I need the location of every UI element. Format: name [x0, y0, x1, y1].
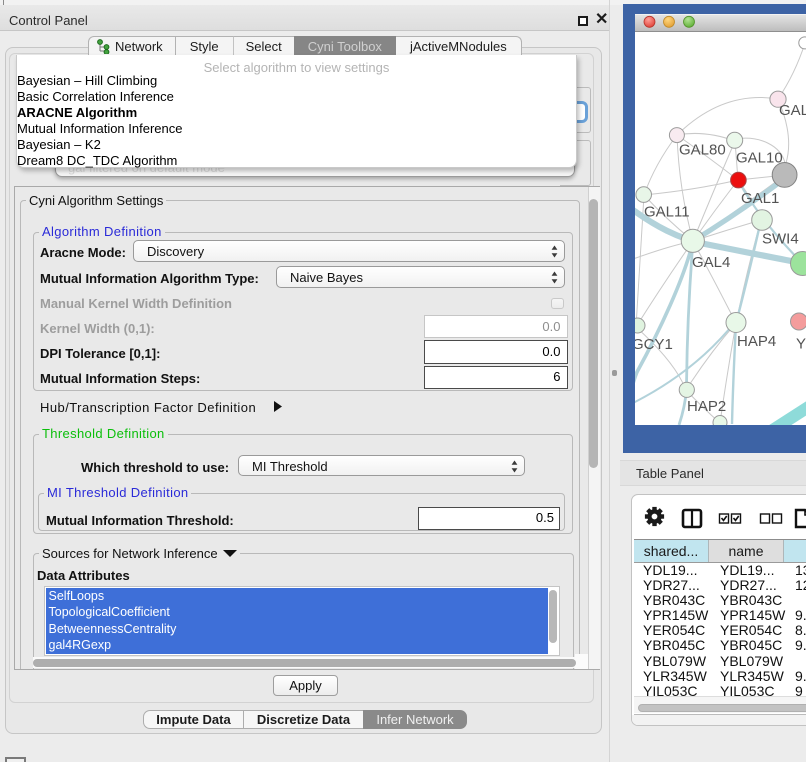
svg-text:SWI4: SWI4 — [762, 231, 799, 248]
svg-text:YJ: YJ — [796, 336, 806, 353]
svg-text:GAL11: GAL11 — [644, 204, 690, 221]
svg-text:GCY1: GCY1 — [635, 336, 673, 353]
svg-text:GAL80: GAL80 — [679, 142, 726, 159]
svg-text:HAP4: HAP4 — [737, 333, 776, 350]
svg-text:HAP2: HAP2 — [687, 398, 726, 415]
svg-text:GAL10: GAL10 — [736, 150, 783, 167]
svg-text:GAL1: GAL1 — [741, 190, 779, 207]
svg-text:GAL4: GAL4 — [692, 254, 730, 271]
svg-text:GAL7: GAL7 — [779, 102, 806, 119]
